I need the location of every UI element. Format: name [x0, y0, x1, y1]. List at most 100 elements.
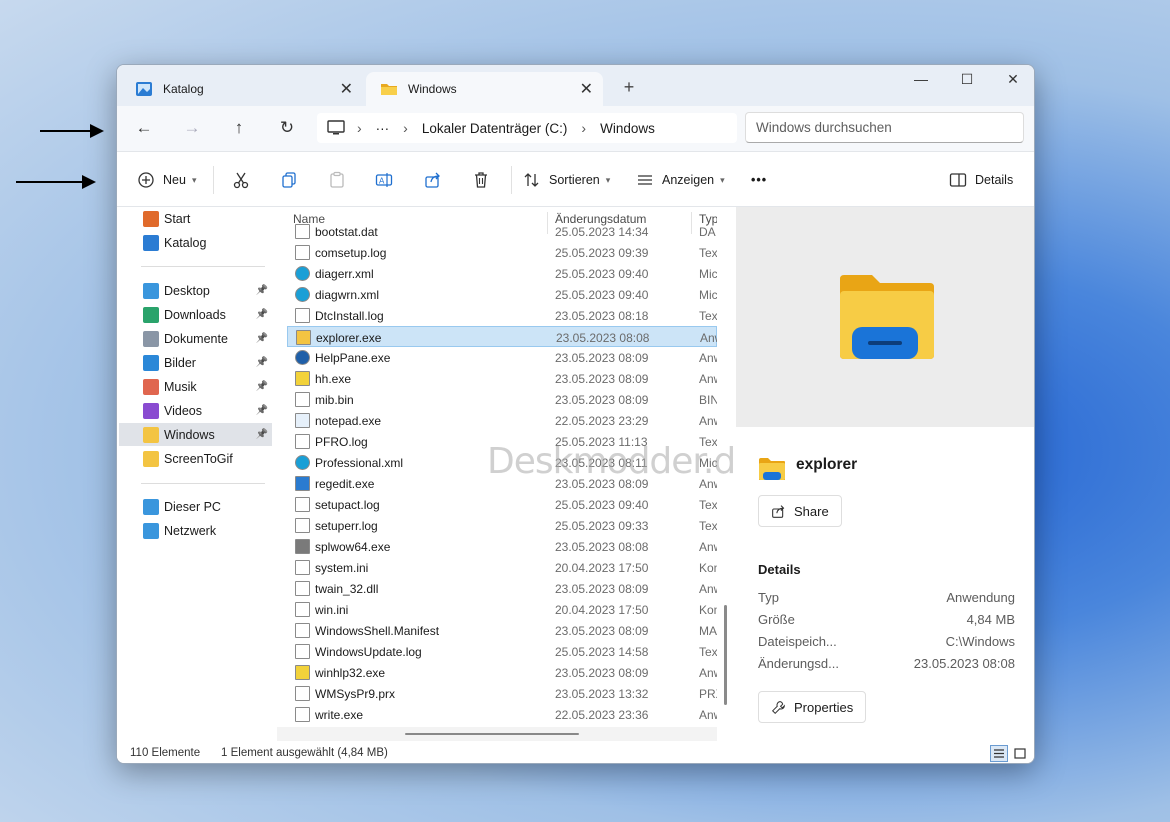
command-separator — [213, 166, 214, 194]
file-row[interactable]: setuperr.log 25.05.2023 09:33 Text — [287, 515, 717, 536]
details-view-button[interactable] — [990, 745, 1008, 762]
pin-icon[interactable]: 📌 — [256, 405, 268, 416]
sidebar-item-downloads[interactable]: Downloads 📌 — [119, 303, 272, 326]
file-name: Professional.xml — [315, 456, 404, 470]
file-row[interactable]: win.ini 20.04.2023 17:50 Kon — [287, 599, 717, 620]
file-row[interactable]: write.exe 22.05.2023 23:36 Anw — [287, 704, 717, 725]
file-name: WindowsShell.Manifest — [315, 624, 440, 638]
tiles-view-button[interactable] — [1011, 745, 1029, 762]
cut-button[interactable] — [232, 168, 250, 192]
pin-icon[interactable]: 📌 — [256, 429, 268, 440]
tab-katalog[interactable]: Katalog ✕ — [121, 72, 363, 106]
sidebar-item-windows[interactable]: Windows 📌 — [119, 423, 272, 446]
file-date: 25.05.2023 14:58 — [555, 645, 649, 659]
file-row[interactable]: bootstat.dat 25.05.2023 14:34 DA — [287, 221, 717, 242]
file-row[interactable]: winhlp32.exe 23.05.2023 08:09 Anw — [287, 662, 717, 683]
detail-key: Größe — [758, 612, 795, 627]
pin-icon[interactable]: 📌 — [256, 333, 268, 344]
new-button[interactable]: Neu ▾ — [137, 168, 196, 192]
file-row[interactable]: diagerr.xml 25.05.2023 09:40 Mic — [287, 263, 717, 284]
share-icon — [772, 504, 785, 518]
back-button[interactable]: ← — [129, 116, 159, 140]
vertical-scrollbar[interactable] — [724, 605, 727, 705]
file-row[interactable]: DtcInstall.log 23.05.2023 08:18 Text — [287, 305, 717, 326]
file-row[interactable]: hh.exe 23.05.2023 08:09 Anw — [287, 368, 717, 389]
pin-icon[interactable]: 📌 — [256, 309, 268, 320]
file-row[interactable]: diagwrn.xml 25.05.2023 09:40 Mic — [287, 284, 717, 305]
sidebar-item-bilder[interactable]: Bilder 📌 — [119, 351, 272, 374]
sidebar-item-label: Videos — [164, 403, 202, 418]
address-ellipsis[interactable]: ··· — [376, 121, 390, 136]
up-button[interactable]: ↑ — [224, 116, 254, 140]
rename-button[interactable]: A — [375, 168, 393, 192]
close-button[interactable]: ✕ — [990, 65, 1034, 93]
detail-row: Typ Anwendung — [758, 590, 1015, 612]
sidebar-item-dieser-pc[interactable]: Dieser PC — [119, 495, 272, 518]
file-row[interactable]: twain_32.dll 23.05.2023 08:09 Anw — [287, 578, 717, 599]
file-row[interactable]: mib.bin 23.05.2023 08:09 BIN — [287, 389, 717, 410]
share-file-button[interactable]: Share — [758, 495, 842, 527]
file-icon — [295, 623, 310, 638]
new-tab-button[interactable]: + — [617, 77, 641, 98]
delete-button[interactable] — [472, 168, 490, 192]
more-options-button[interactable]: ••• — [751, 168, 767, 192]
sort-label: Sortieren — [549, 173, 600, 187]
pin-icon[interactable]: 📌 — [256, 285, 268, 296]
paste-button[interactable] — [328, 168, 346, 192]
search-input[interactable]: Windows durchsuchen — [745, 112, 1024, 143]
maximize-button[interactable]: ☐ — [944, 65, 990, 93]
pin-icon[interactable]: 📌 — [256, 357, 268, 368]
forward-button[interactable]: → — [177, 116, 207, 140]
minimize-button[interactable]: — — [898, 65, 944, 93]
downloads-icon — [143, 306, 159, 323]
file-row[interactable]: comsetup.log 25.05.2023 09:39 Text — [287, 242, 717, 263]
sidebar-item-netzwerk[interactable]: Netzwerk — [119, 519, 272, 542]
address-segment-folder[interactable]: Windows — [600, 121, 655, 136]
sidebar-item-musik[interactable]: Musik 📌 — [119, 375, 272, 398]
item-count: 110 Elemente — [130, 747, 201, 759]
file-row[interactable]: WindowsUpdate.log 25.05.2023 14:58 Text — [287, 641, 717, 662]
file-row[interactable]: HelpPane.exe 23.05.2023 08:09 Anw — [287, 347, 717, 368]
sidebar-item-katalog[interactable]: Katalog — [119, 231, 272, 254]
close-tab-icon[interactable]: ✕ — [340, 79, 353, 99]
file-type: Anw — [699, 666, 717, 680]
address-bar[interactable]: › ··· › Lokaler Datenträger (C:) › Windo… — [317, 113, 737, 143]
close-tab-icon[interactable]: ✕ — [580, 79, 593, 99]
tab-windows[interactable]: Windows ✕ — [366, 72, 603, 106]
log-file-icon — [295, 308, 310, 323]
scrollbar-thumb[interactable] — [405, 733, 579, 735]
view-button[interactable]: Anzeigen ▾ — [636, 168, 725, 192]
sidebar-item-screentogif[interactable]: ScreenToGif — [119, 447, 272, 470]
file-date: 25.05.2023 09:40 — [555, 498, 649, 512]
file-row[interactable]: splwow64.exe 23.05.2023 08:08 Anw — [287, 536, 717, 557]
file-name: comsetup.log — [315, 246, 387, 260]
monitor-icon — [327, 120, 345, 135]
file-type: Anw — [699, 582, 717, 596]
file-date: 23.05.2023 08:08 — [555, 540, 649, 554]
sort-button[interactable]: Sortieren ▾ — [523, 168, 610, 192]
share-button[interactable] — [424, 168, 442, 192]
sidebar-item-start[interactable]: Start — [119, 207, 272, 230]
file-row[interactable]: setupact.log 25.05.2023 09:40 Text — [287, 494, 717, 515]
file-row[interactable]: WMSysPr9.prx 23.05.2023 13:32 PRX — [287, 683, 717, 704]
file-type: Kon — [699, 603, 717, 617]
horizontal-scrollbar[interactable] — [277, 727, 717, 741]
pin-icon[interactable]: 📌 — [256, 381, 268, 392]
refresh-button[interactable]: ↻ — [272, 116, 302, 140]
sidebar-item-label: Dieser PC — [164, 499, 221, 514]
file-row[interactable]: WindowsShell.Manifest 23.05.2023 08:09 MA — [287, 620, 717, 641]
properties-button[interactable]: Properties — [758, 691, 867, 723]
copy-button[interactable] — [280, 168, 298, 192]
file-name: system.ini — [315, 561, 369, 575]
edge-xml-icon — [295, 287, 310, 302]
sidebar-item-desktop[interactable]: Desktop 📌 — [119, 279, 272, 302]
preview-area — [736, 207, 1034, 427]
sidebar-item-videos[interactable]: Videos 📌 — [119, 399, 272, 422]
chevron-down-icon: ▾ — [720, 174, 725, 185]
address-segment-drive[interactable]: Lokaler Datenträger (C:) — [422, 121, 568, 136]
file-row[interactable]: notepad.exe 22.05.2023 23:29 Anw — [287, 410, 717, 431]
file-row[interactable]: explorer.exe 23.05.2023 08:08 Anw — [287, 326, 717, 347]
file-row[interactable]: system.ini 20.04.2023 17:50 Kon — [287, 557, 717, 578]
sidebar-item-dokumente[interactable]: Dokumente 📌 — [119, 327, 272, 350]
details-pane-button[interactable]: Details — [949, 168, 1013, 192]
